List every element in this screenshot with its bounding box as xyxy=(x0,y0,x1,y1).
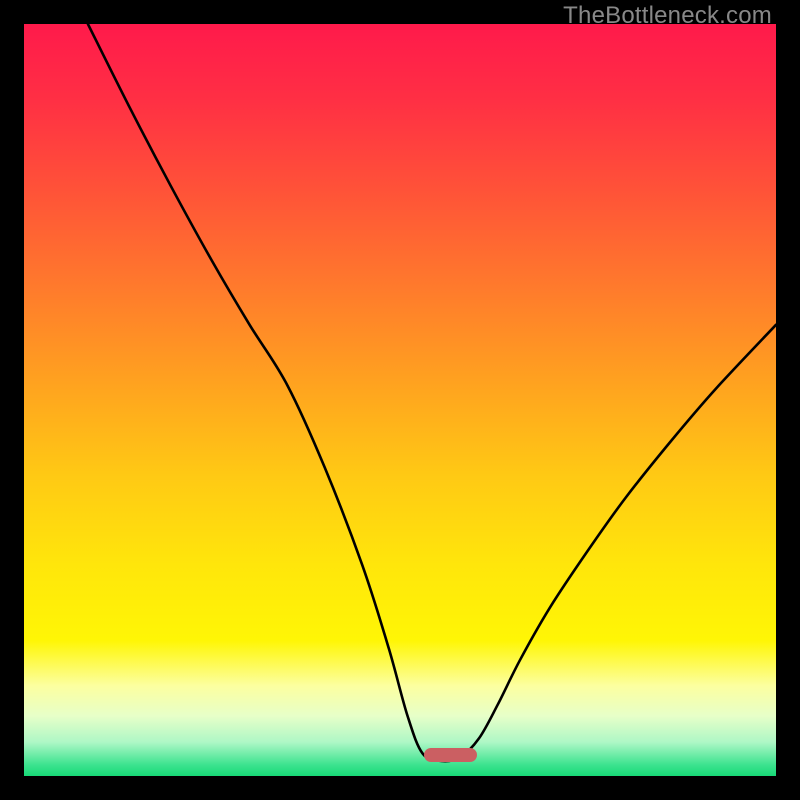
watermark-text: TheBottleneck.com xyxy=(563,2,772,30)
bottleneck-curve xyxy=(24,24,776,776)
chart-frame: TheBottleneck.com xyxy=(0,0,800,800)
plot-area xyxy=(24,24,776,776)
optimal-marker xyxy=(424,748,477,762)
